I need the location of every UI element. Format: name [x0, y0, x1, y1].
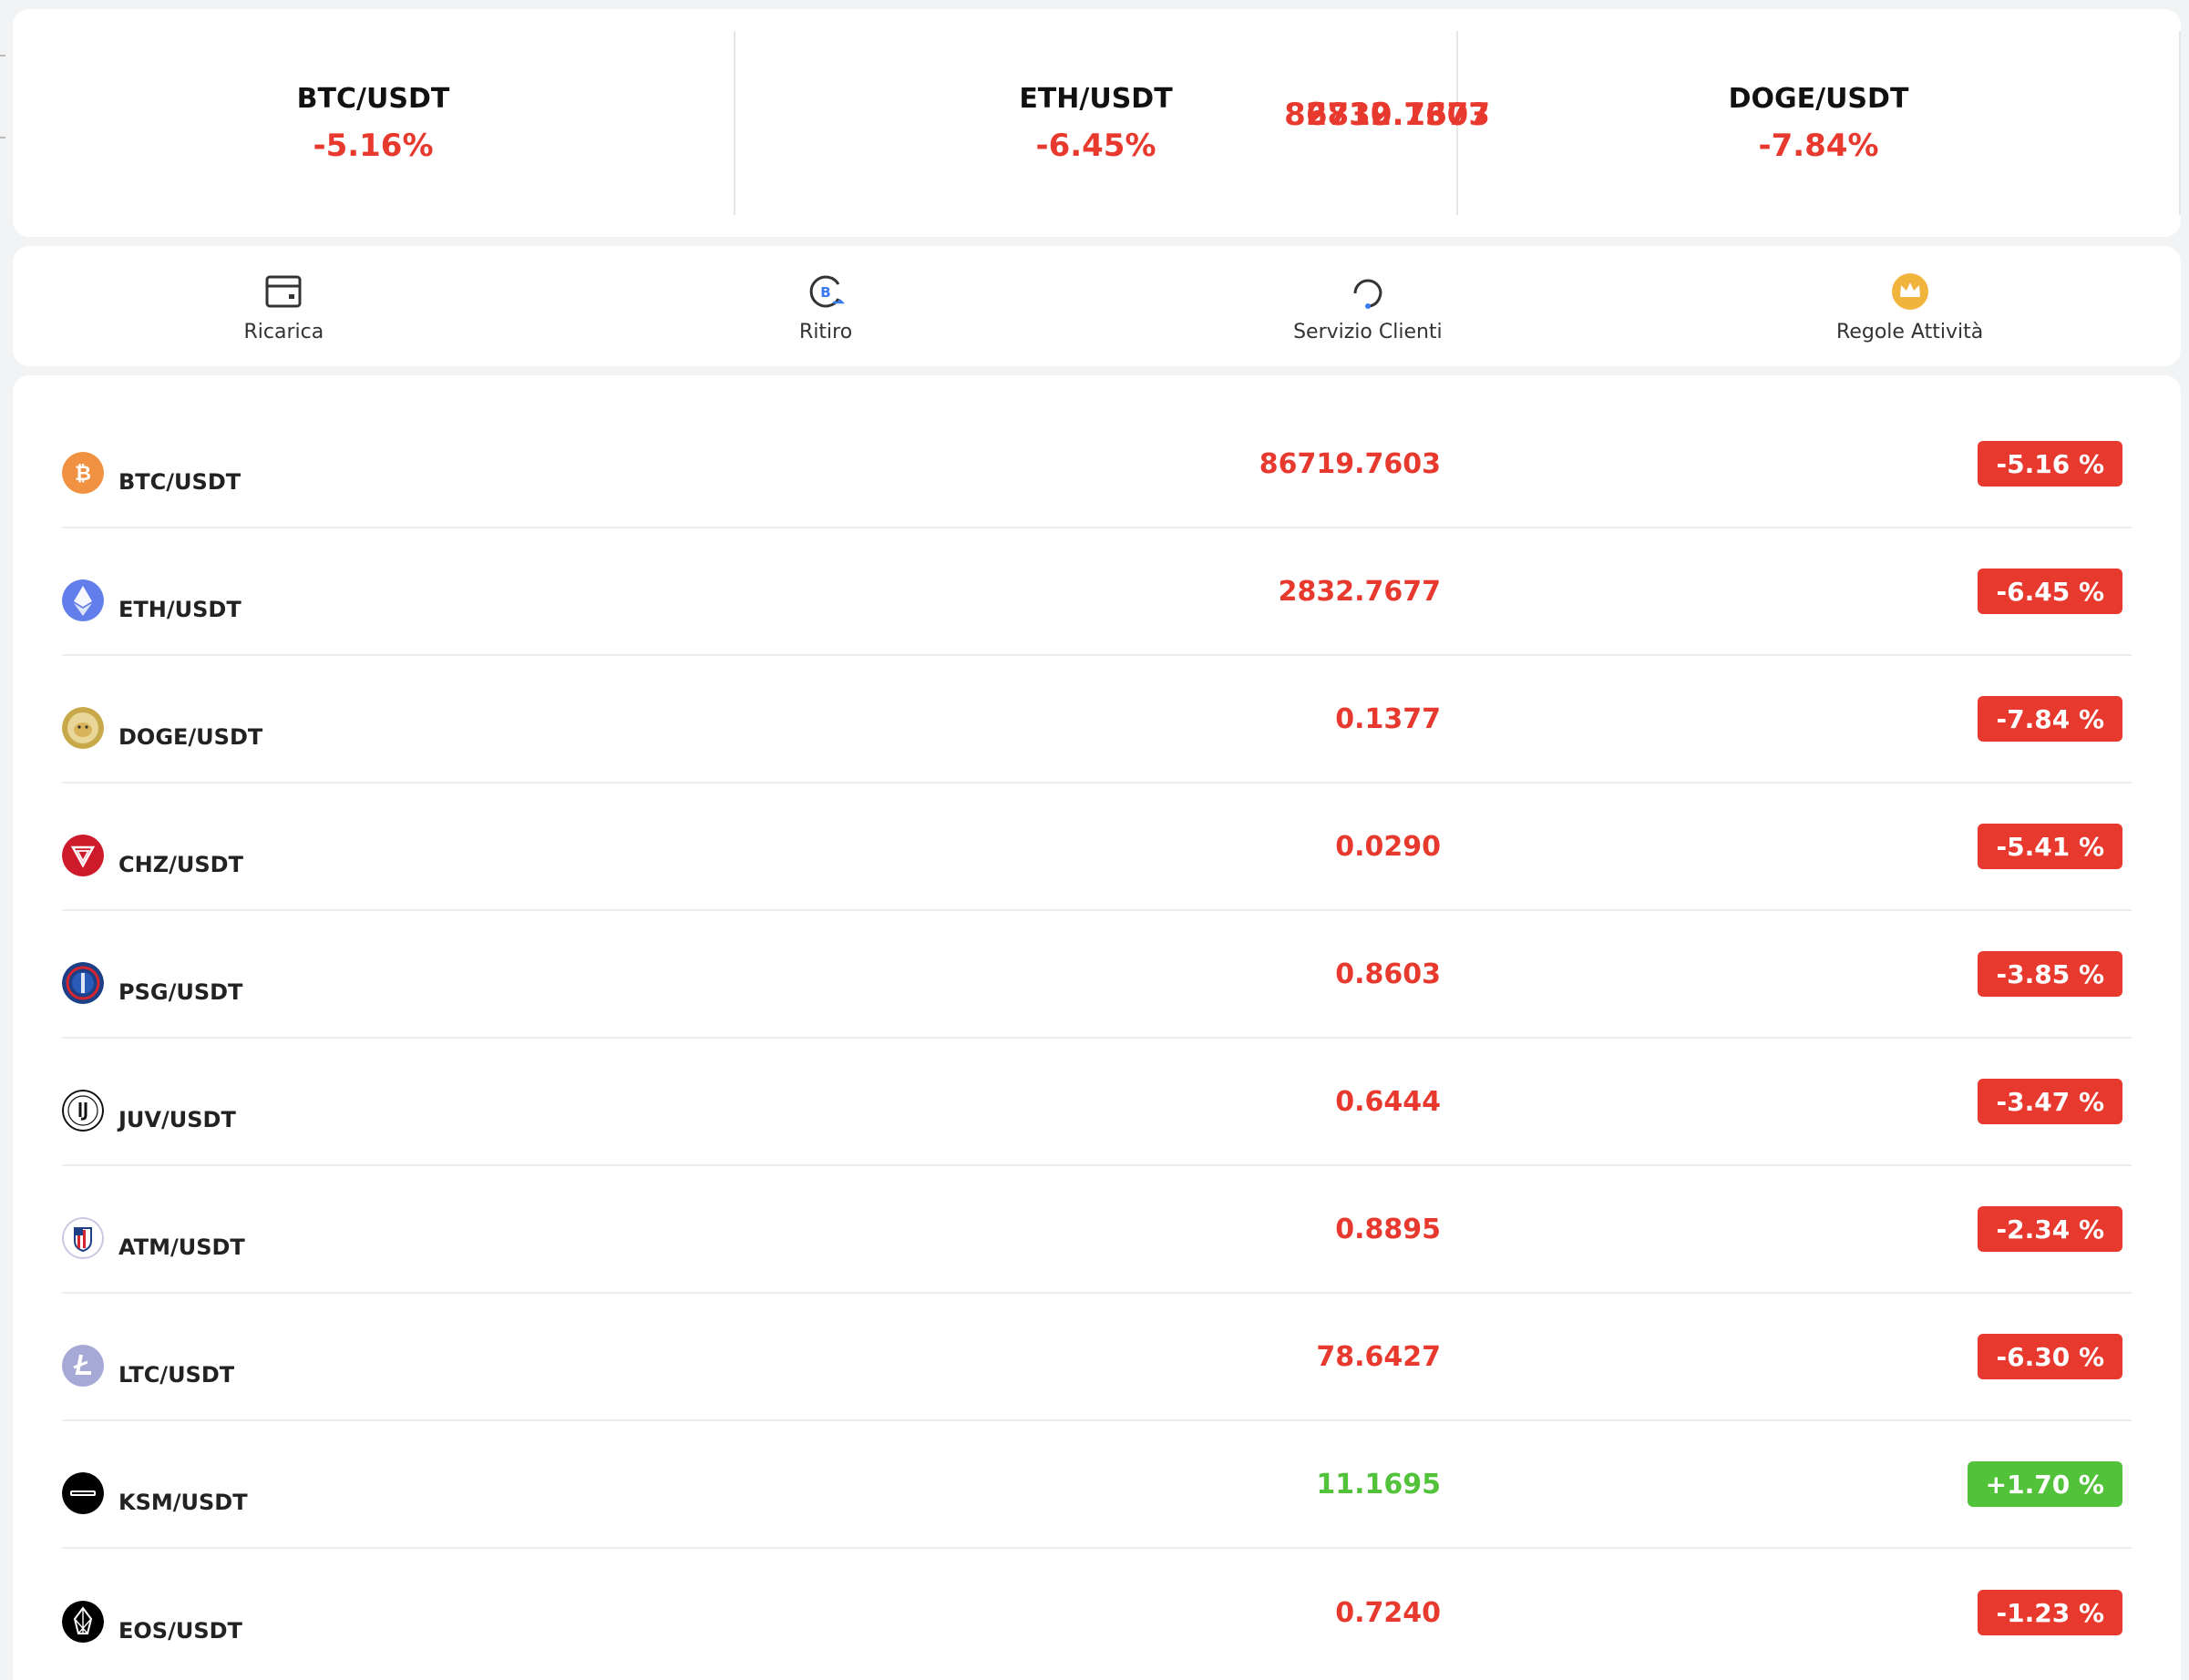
ticker-change: -6.45% — [1035, 127, 1156, 164]
coin-info: LTC/USDT — [62, 1326, 973, 1388]
coin-pair: BTC/USDT — [118, 469, 242, 495]
ritiro-button[interactable]: B Ritiro — [555, 270, 1097, 343]
market-row[interactable]: LTC/USDT 78.6427 -6.30 % — [62, 1294, 2132, 1421]
crown-icon — [1891, 272, 1928, 310]
coin-price: 0.0290 — [1335, 830, 1441, 863]
coin-info: CHZ/USDT — [62, 815, 973, 877]
ticker-pair: DOGE/USDT — [1728, 82, 1909, 115]
wallet-icon — [265, 275, 302, 307]
menu-label: Ritiro — [799, 320, 853, 343]
ticker-bar: BTC/USDT 86719.7603 -5.16% ETH/USDT 2832… — [13, 9, 2181, 237]
action-menu: Ricarica B Ritiro Servizio Clienti Regol… — [13, 246, 2181, 366]
menu-label: Servizio Clienti — [1293, 320, 1443, 343]
chiliz-icon — [62, 835, 104, 876]
psg-icon — [62, 962, 104, 1004]
coin-price: 0.7240 — [1335, 1596, 1441, 1629]
menu-label: Regole Attività — [1836, 320, 1984, 343]
coin-price: 0.8603 — [1335, 958, 1441, 990]
coin-price: 11.1695 — [1316, 1468, 1441, 1501]
change-badge: -1.23 % — [1978, 1590, 2122, 1635]
market-row[interactable]: JUV/USDT 0.6444 -3.47 % — [62, 1039, 2132, 1166]
coin-info: PSG/USDT — [62, 943, 973, 1005]
coin-info: EOS/USDT — [62, 1582, 973, 1644]
coin-pair: JUV/USDT — [118, 1107, 236, 1132]
ticker-doge[interactable]: DOGE/USDT 0.1377 -7.84% — [1371, 31, 2181, 215]
change-badge: -5.16 % — [1978, 441, 2122, 487]
market-row[interactable]: ATM/USDT 0.8895 -2.34 % — [62, 1166, 2132, 1294]
change-badge: -6.45 % — [1978, 569, 2122, 614]
coin-price: 78.6427 — [1316, 1340, 1441, 1373]
coin-pair: ATM/USDT — [118, 1234, 245, 1260]
coin-pair: PSG/USDT — [118, 979, 243, 1005]
servizio-clienti-button[interactable]: Servizio Clienti — [1097, 270, 1639, 343]
menu-label: Ricarica — [243, 320, 324, 343]
atletico-icon — [62, 1217, 104, 1259]
headset-icon — [1353, 279, 1382, 309]
ticker-price: 0.1377 — [1370, 97, 1490, 133]
coin-info: JUV/USDT — [62, 1070, 973, 1132]
market-list: ₿ BTC/USDT 86719.7603 -5.16 % ETH/USDT 2… — [13, 375, 2181, 1680]
coin-info: ₿ BTC/USDT — [62, 433, 973, 495]
svg-text:B: B — [820, 284, 830, 301]
ticker-change: -5.16% — [313, 127, 434, 164]
change-badge: -3.47 % — [1978, 1079, 2122, 1124]
change-badge: -5.41 % — [1978, 824, 2122, 869]
coin-price: 0.1377 — [1335, 702, 1441, 735]
coin-pair: CHZ/USDT — [118, 852, 243, 877]
coin-info: ATM/USDT — [62, 1198, 973, 1260]
regole-attivita-button[interactable]: Regole Attività — [1639, 270, 2181, 343]
juventus-icon — [62, 1090, 104, 1132]
market-row[interactable]: CHZ/USDT 0.0290 -5.41 % — [62, 784, 2132, 911]
change-badge: -7.84 % — [1978, 696, 2122, 742]
ticker-pair: ETH/USDT — [1019, 82, 1173, 115]
change-badge: -6.30 % — [1978, 1334, 2122, 1379]
ricarica-button[interactable]: Ricarica — [13, 270, 555, 343]
page: BTC/USDT 86719.7603 -5.16% ETH/USDT 2832… — [0, 0, 2189, 1680]
coin-pair: ETH/USDT — [118, 597, 242, 622]
kusama-icon — [62, 1472, 104, 1514]
ticker-change: -7.84% — [1758, 127, 1879, 164]
coin-pair: DOGE/USDT — [118, 724, 263, 750]
coin-price: 0.8895 — [1335, 1213, 1441, 1245]
bitcoin-withdraw-icon: B — [809, 275, 846, 307]
market-row[interactable]: ₿ BTC/USDT 86719.7603 -5.16 % — [62, 401, 2132, 528]
change-badge: +1.70 % — [1967, 1461, 2122, 1507]
coin-pair: LTC/USDT — [118, 1362, 235, 1388]
market-row[interactable]: DOGE/USDT 0.1377 -7.84 % — [62, 656, 2132, 784]
svg-text:₿: ₿ — [75, 463, 91, 486]
edge-mark — [0, 55, 5, 56]
coin-info: ETH/USDT — [62, 560, 973, 622]
ticker-pair: BTC/USDT — [296, 82, 450, 115]
edge-mark — [0, 137, 5, 138]
litecoin-icon — [62, 1345, 104, 1387]
market-row[interactable]: KSM/USDT 11.1695 +1.70 % — [62, 1421, 2132, 1549]
ticker-eth[interactable]: ETH/USDT 2832.7677 -6.45% — [735, 31, 1490, 215]
dogecoin-icon — [62, 707, 104, 749]
eos-icon — [62, 1601, 104, 1643]
coin-info: KSM/USDT — [62, 1453, 973, 1515]
bitcoin-icon: ₿ — [62, 452, 104, 494]
change-badge: -3.85 % — [1978, 951, 2122, 997]
ticker-btc[interactable]: BTC/USDT 86719.7603 -5.16% — [13, 31, 1490, 215]
market-row[interactable]: EOS/USDT 0.7240 -1.23 % — [62, 1549, 2132, 1676]
coin-price: 2832.7677 — [1278, 575, 1441, 608]
market-row[interactable]: PSG/USDT 0.8603 -3.85 % — [62, 911, 2132, 1039]
market-row[interactable]: ETH/USDT 2832.7677 -6.45 % — [62, 528, 2132, 656]
coin-price: 86719.7603 — [1259, 447, 1441, 480]
coin-price: 0.6444 — [1335, 1085, 1441, 1118]
coin-info: DOGE/USDT — [62, 688, 973, 750]
coin-pair: KSM/USDT — [118, 1490, 248, 1515]
ethereum-icon — [62, 579, 104, 621]
coin-pair: EOS/USDT — [118, 1618, 242, 1644]
change-badge: -2.34 % — [1978, 1206, 2122, 1252]
